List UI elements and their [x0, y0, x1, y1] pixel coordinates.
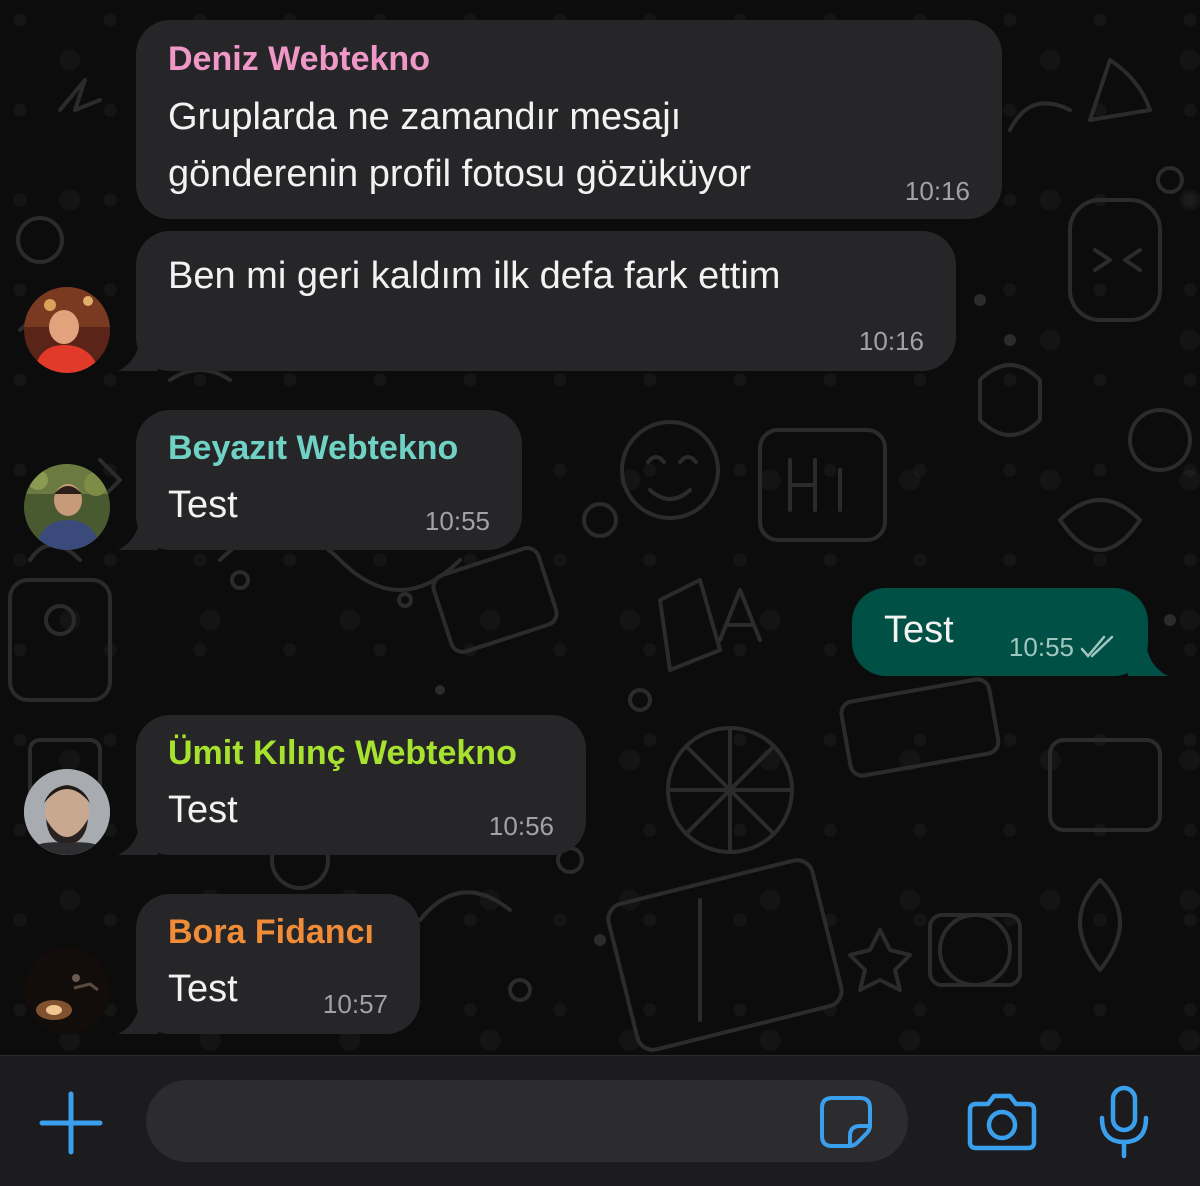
avatar[interactable] — [24, 948, 110, 1034]
message-bubble[interactable]: Ben mi geri kaldım ilk defa fark ettim 1… — [136, 231, 956, 371]
message-text: Test — [884, 609, 954, 651]
message-time: 10:55 — [1008, 632, 1074, 662]
message-time: 10:16 — [904, 176, 970, 206]
plus-icon[interactable] — [38, 1090, 104, 1156]
microphone-icon[interactable] — [1094, 1084, 1154, 1160]
bubble-tail — [118, 516, 158, 550]
camera-icon[interactable] — [966, 1090, 1038, 1152]
avatar[interactable] — [24, 287, 110, 373]
message-text: Test — [168, 968, 238, 1010]
message-time: 10:57 — [322, 989, 388, 1019]
message-text: Ben mi geri kaldım ilk defa fark ettim — [168, 255, 781, 297]
read-receipt-icon — [1080, 635, 1114, 658]
message-text: Test — [168, 789, 238, 831]
sender-name: Bora Fidancı — [168, 913, 374, 951]
message-time: 10:55 — [424, 506, 490, 536]
message-text: Test — [168, 484, 238, 526]
sticker-icon[interactable] — [818, 1094, 874, 1150]
message-bubble[interactable]: Ümit Kılınç Webtekno Test 10:56 — [136, 715, 586, 855]
message-time: 10:56 — [488, 811, 554, 841]
message-text: Gruplarda ne zamandır mesajı — [168, 96, 682, 138]
sender-name: Ümit Kılınç Webtekno — [168, 734, 517, 772]
message-input[interactable] — [146, 1080, 908, 1162]
chat-area: Deniz Webtekno Gruplarda ne zamandır mes… — [0, 0, 1200, 1055]
message-text: gönderenin profil fotosu gözüküyor — [168, 153, 752, 195]
bubble-tail — [1128, 642, 1168, 676]
message-bubble[interactable]: Beyazıt Webtekno Test 10:55 — [136, 410, 522, 550]
message-bubble[interactable]: Bora Fidancı Test 10:57 — [136, 894, 420, 1034]
sender-name: Beyazıt Webtekno — [168, 429, 459, 467]
bubble-tail — [118, 337, 158, 371]
message-bubble[interactable]: Deniz Webtekno Gruplarda ne zamandır mes… — [136, 20, 1002, 219]
bubble-tail — [118, 821, 158, 855]
avatar[interactable] — [24, 464, 110, 550]
message-bubble-outgoing[interactable]: Test 10:55 — [852, 588, 1148, 676]
message-time: 10:16 — [858, 326, 924, 356]
sender-name: Deniz Webtekno — [168, 40, 430, 78]
avatar[interactable] — [24, 769, 110, 855]
bubble-tail — [118, 1000, 158, 1034]
composer-bar — [0, 1055, 1200, 1186]
